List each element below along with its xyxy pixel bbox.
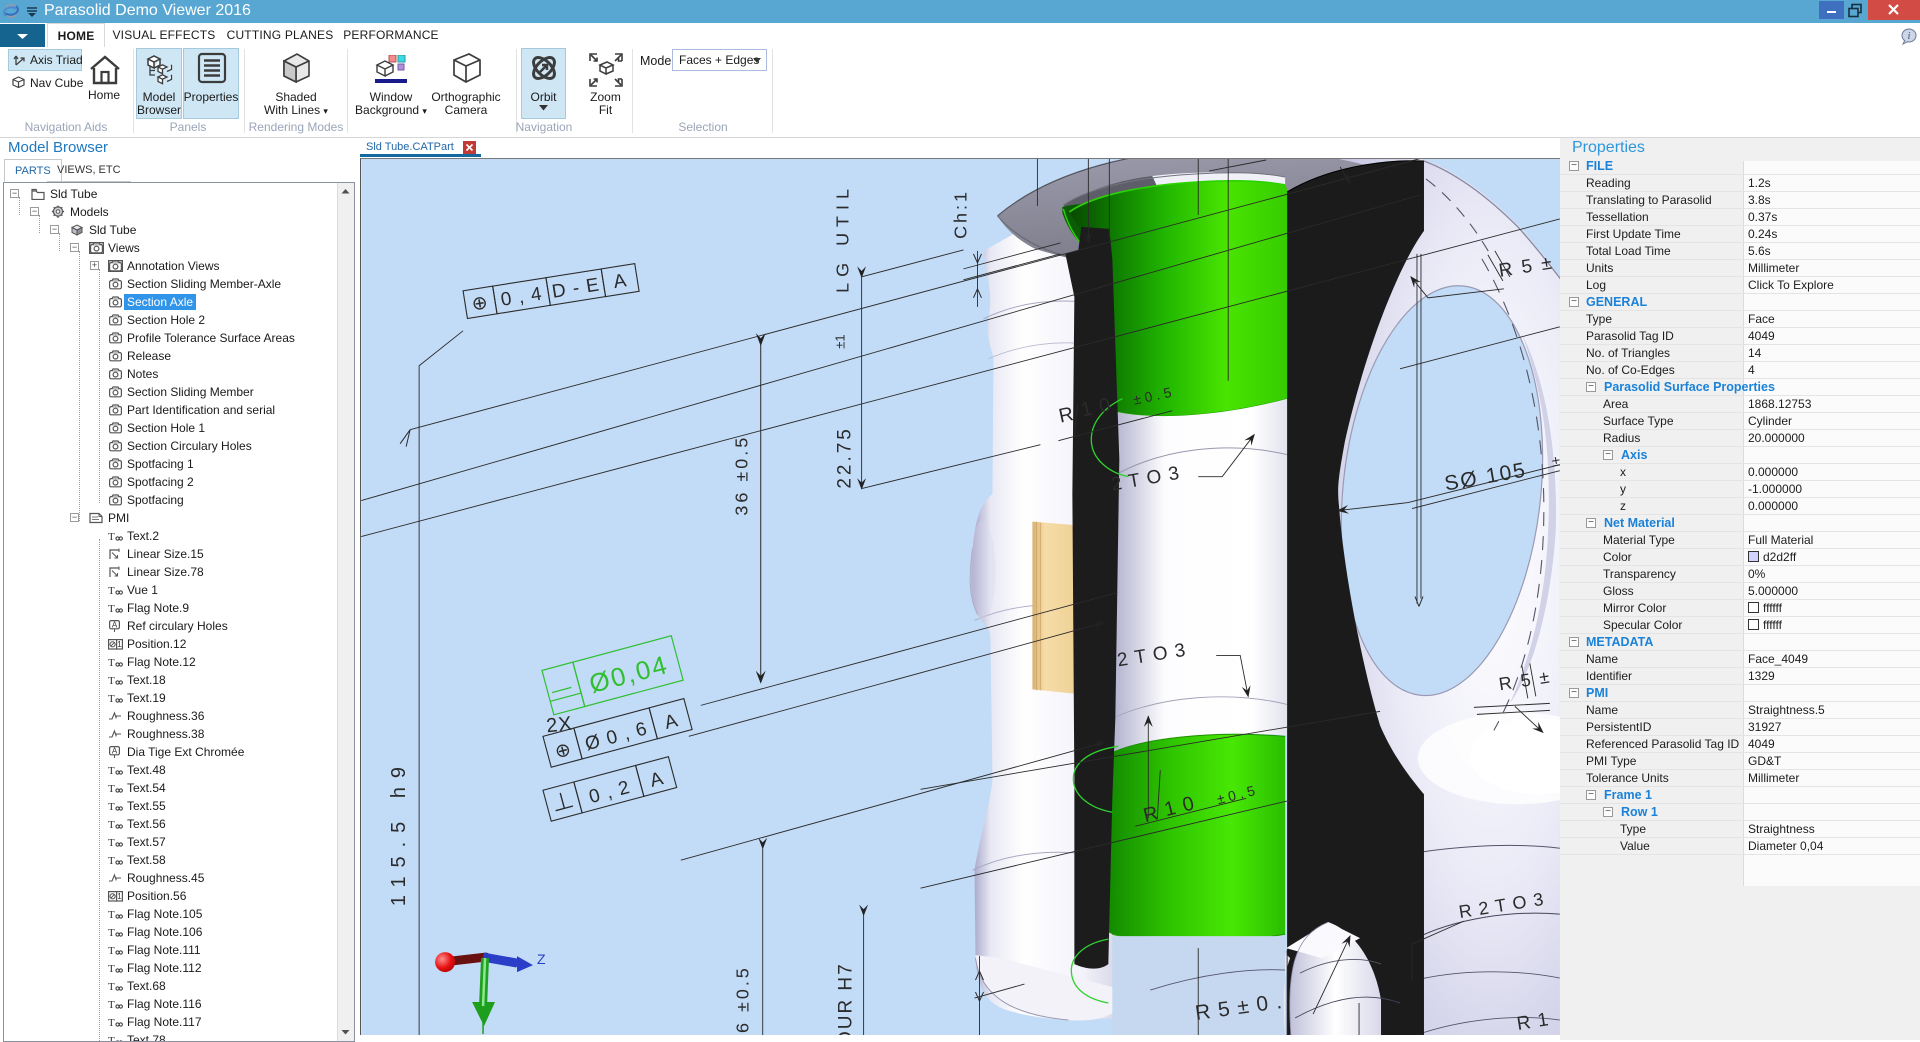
svg-text:T: T bbox=[108, 981, 115, 992]
svg-text:115.5 h9: 115.5 h9 bbox=[388, 758, 410, 906]
svg-text:LG UTIL: LG UTIL bbox=[833, 183, 853, 293]
svg-text:T: T bbox=[108, 1035, 115, 1042]
svg-text:A: A bbox=[112, 620, 118, 629]
svg-text:Z: Z bbox=[537, 951, 546, 967]
svg-text:22.75: 22.75 bbox=[835, 426, 856, 488]
svg-text:T: T bbox=[108, 909, 115, 920]
svg-text:Ch:1: Ch:1 bbox=[950, 189, 970, 239]
svg-text:1: 1 bbox=[117, 640, 122, 649]
svg-text:36 ±0.5: 36 ±0.5 bbox=[733, 965, 753, 1035]
svg-text:T: T bbox=[108, 855, 115, 866]
svg-text:T: T bbox=[108, 999, 115, 1010]
svg-text:T: T bbox=[108, 603, 115, 614]
svg-text:T: T bbox=[108, 693, 115, 704]
svg-text:2X: 2X bbox=[545, 713, 574, 738]
svg-text:T: T bbox=[108, 1017, 115, 1028]
svg-text:1: 1 bbox=[117, 892, 122, 901]
svg-text:T: T bbox=[108, 801, 115, 812]
svg-text:T: T bbox=[108, 945, 115, 956]
svg-text:36 ±0.5: 36 ±0.5 bbox=[732, 435, 752, 516]
svg-text:T: T bbox=[108, 783, 115, 794]
svg-text:i: i bbox=[1908, 31, 1911, 42]
svg-text:T: T bbox=[108, 837, 115, 848]
svg-text:A: A bbox=[112, 746, 118, 755]
svg-text:T: T bbox=[108, 675, 115, 686]
svg-text:OUR H7: OUR H7 bbox=[836, 962, 857, 1035]
svg-text:T: T bbox=[108, 963, 115, 974]
svg-text:⊕: ⊕ bbox=[470, 292, 490, 315]
svg-text:T: T bbox=[108, 819, 115, 830]
svg-text:T: T bbox=[108, 765, 115, 776]
svg-text:T: T bbox=[108, 531, 115, 542]
svg-text:±1: ±1 bbox=[833, 334, 848, 348]
svg-text:T: T bbox=[108, 927, 115, 938]
svg-text:T: T bbox=[108, 585, 115, 596]
svg-text:T: T bbox=[108, 657, 115, 668]
